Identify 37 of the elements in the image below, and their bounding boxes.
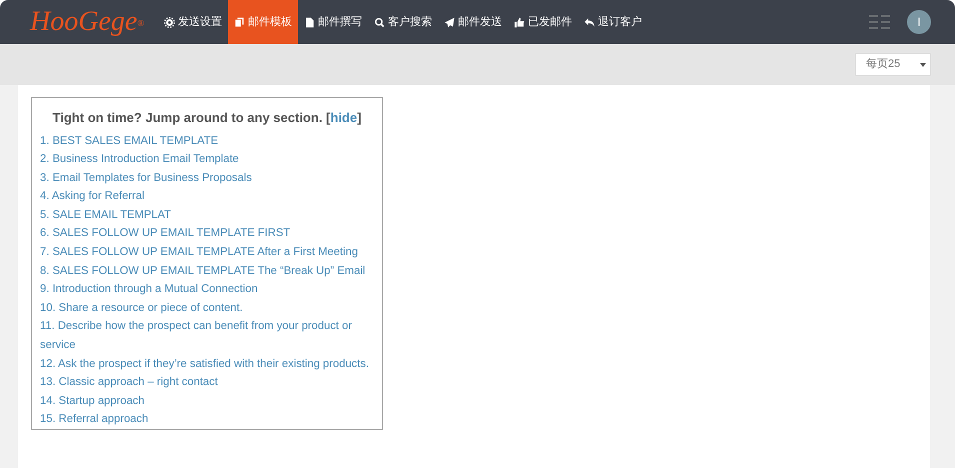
- nav-tab[interactable]: 客户搜索: [368, 0, 438, 44]
- toc-link[interactable]: 12. Ask the prospect if they’re satisfied with their existing products.: [40, 354, 374, 374]
- toc-link[interactable]: 4. Asking for Referral: [40, 187, 374, 206]
- copy-icon: [234, 16, 246, 28]
- toc-link[interactable]: 7. SALES FOLLOW UP EMAIL TEMPLATE After a First Meeting: [40, 243, 374, 262]
- thumbs-up-icon: [514, 16, 526, 28]
- toc-link[interactable]: 10. Share a resource or piece of content.: [40, 298, 374, 318]
- nav-tab[interactable]: 邮件模板: [228, 0, 298, 44]
- toc-link[interactable]: 9. Introduction through a Mutual Connection: [40, 280, 374, 299]
- toc-link[interactable]: 1. BEST SALES EMAIL TEMPLATE: [40, 132, 374, 150]
- grid-menu-icon[interactable]: [869, 15, 891, 29]
- hide-link[interactable]: hide: [330, 110, 358, 125]
- nav-tab[interactable]: 已发邮件: [508, 0, 578, 44]
- nav-tab[interactable]: 邮件撰写: [298, 0, 368, 44]
- search-icon: [374, 16, 386, 28]
- reply-arrow-icon: [584, 16, 596, 28]
- nav-tab[interactable]: 退订客户: [578, 0, 648, 44]
- toc-title: Tight on time? Jump around to any section. [hide]: [52, 109, 362, 127]
- user-avatar[interactable]: I: [907, 10, 931, 34]
- toc-link[interactable]: 3. Email Templates for Business Proposals: [40, 168, 374, 188]
- toc-link[interactable]: 13. Classic approach – right contact: [40, 373, 374, 392]
- gear-icon: [164, 16, 176, 28]
- page-size-select[interactable]: 每页25: [855, 53, 931, 76]
- nav-tab[interactable]: 邮件发送: [438, 0, 508, 44]
- toc-link[interactable]: 6. SALES FOLLOW UP EMAIL TEMPLATE FIRST: [40, 224, 374, 244]
- trademark-mark: ®: [137, 18, 144, 28]
- paper-plane-icon: [444, 16, 456, 28]
- toc-link[interactable]: 15. Referral approach: [40, 410, 374, 429]
- caret-icon: [920, 62, 926, 66]
- toc-link[interactable]: 11. Describe how the prospect can benefit from your product or service: [40, 317, 374, 355]
- toc-link[interactable]: 14. Startup approach: [40, 392, 374, 410]
- nav-tab[interactable]: 发送设置: [158, 0, 228, 44]
- document-icon: [304, 16, 316, 28]
- brand-logo[interactable]: HooGege$^{®}$: [0, 0, 158, 44]
- toc-link[interactable]: 8. SALES FOLLOW UP EMAIL TEMPLATE The “Break Up” Email: [40, 262, 374, 280]
- toc-link[interactable]: 5. SALE EMAIL TEMPLAT: [40, 206, 374, 224]
- toc-link[interactable]: 2. Business Introduction Email Template: [40, 150, 374, 169]
